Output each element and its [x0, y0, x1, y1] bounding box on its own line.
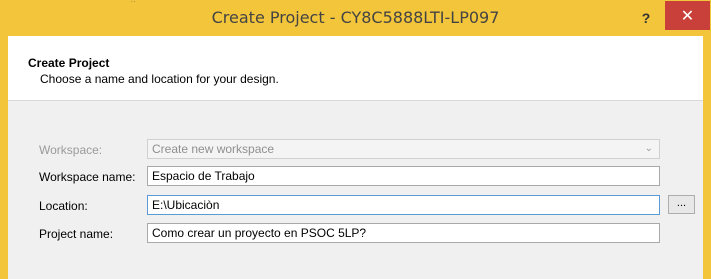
- window-frame-left: [0, 36, 8, 279]
- page-title: Create Project: [28, 56, 110, 70]
- close-icon: ✕: [680, 6, 695, 25]
- form-panel: [8, 101, 703, 279]
- workspace-name-field[interactable]: Espacio de Trabajo: [147, 166, 660, 186]
- help-button[interactable]: ?: [637, 8, 655, 28]
- window-frame-right: [703, 36, 711, 279]
- workspace-name-label: Workspace name:: [39, 170, 136, 184]
- workspace-label: Workspace:: [39, 143, 103, 157]
- close-button[interactable]: ✕: [665, 1, 710, 30]
- browse-button[interactable]: ...: [668, 195, 695, 214]
- window-title: Create Project - CY8C5888LTI-LP097: [211, 8, 500, 27]
- chevron-down-icon: ⌄: [644, 143, 653, 154]
- location-label: Location:: [39, 199, 88, 213]
- workspace-select-value: Create new workspace: [152, 142, 275, 156]
- project-name-label: Project name:: [39, 227, 114, 241]
- header-panel: [8, 36, 703, 101]
- workspace-select[interactable]: Create new workspace ⌄: [147, 139, 660, 159]
- project-name-field[interactable]: Como crear un proyecto en PSOC 5LP?: [147, 223, 660, 243]
- location-field[interactable]: E:\Ubicaciòn: [147, 195, 660, 215]
- page-subtitle: Choose a name and location for your desi…: [40, 72, 279, 86]
